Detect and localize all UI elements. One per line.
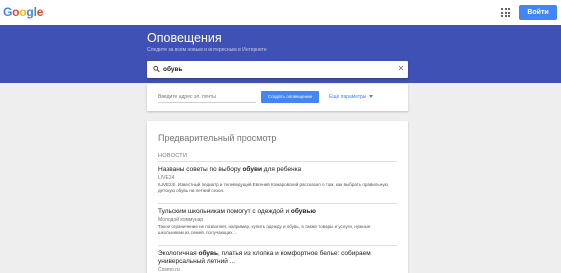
page-subtitle: Следите за всем новым и интересным в Инт… [147,47,267,53]
more-options-label: Ещё параметры [329,94,367,100]
result-title[interactable]: Экологичная обувь, платья из хлопка и ко… [158,250,397,266]
list-item: Названы советы по выбору обуви для ребен… [158,166,397,195]
result-snippet: /LIVE24/. Известный педиатр и телеведущи… [158,181,388,194]
logo-letter-g: G [3,5,13,19]
result-source: Молодой коммунар [158,217,204,223]
signin-button[interactable]: Войти [519,5,557,20]
create-alert-button[interactable]: Создать оповещение [261,91,319,103]
page-title: Оповещения [147,31,222,45]
divider [158,161,397,162]
list-item: Экологичная обувь, платья из хлопка и ко… [158,250,397,273]
logo-letter-o1: o [12,5,20,19]
divider [158,245,397,246]
logo-letter-o2: o [19,5,27,19]
result-source: Cosmo.ru [158,267,180,273]
alert-query-input[interactable] [163,63,383,76]
preview-title: Предварительный просмотр [158,133,277,143]
alert-query-box: ✕ [147,61,408,78]
result-source: LIVE24 [158,175,175,181]
chevron-down-icon [369,95,374,99]
section-label-news: НОВОСТИ [158,153,188,159]
preview-panel: Предварительный просмотр НОВОСТИ Названы… [147,121,408,273]
result-snippet: Такое ограничение не позволяет, например… [158,223,371,236]
email-field[interactable] [158,92,256,103]
result-title[interactable]: Тульским школьникам помогут с одеждой и … [158,208,397,216]
list-item: Тульским школьникам помогут с одеждой и … [158,208,397,237]
create-alert-panel: Создать оповещение Ещё параметры [147,84,408,111]
more-options-link[interactable]: Ещё параметры [329,94,374,100]
google-logo[interactable]: Google [3,5,43,19]
divider [158,203,397,204]
top-bar: Google Войти [0,0,561,25]
logo-letter-e: e [36,5,44,19]
logo-letter-g2: g [26,5,34,19]
search-icon [153,65,160,73]
result-title[interactable]: Названы советы по выбору обуви для ребен… [158,166,397,174]
apps-grid-icon[interactable] [501,8,510,17]
close-icon[interactable]: ✕ [397,65,405,73]
